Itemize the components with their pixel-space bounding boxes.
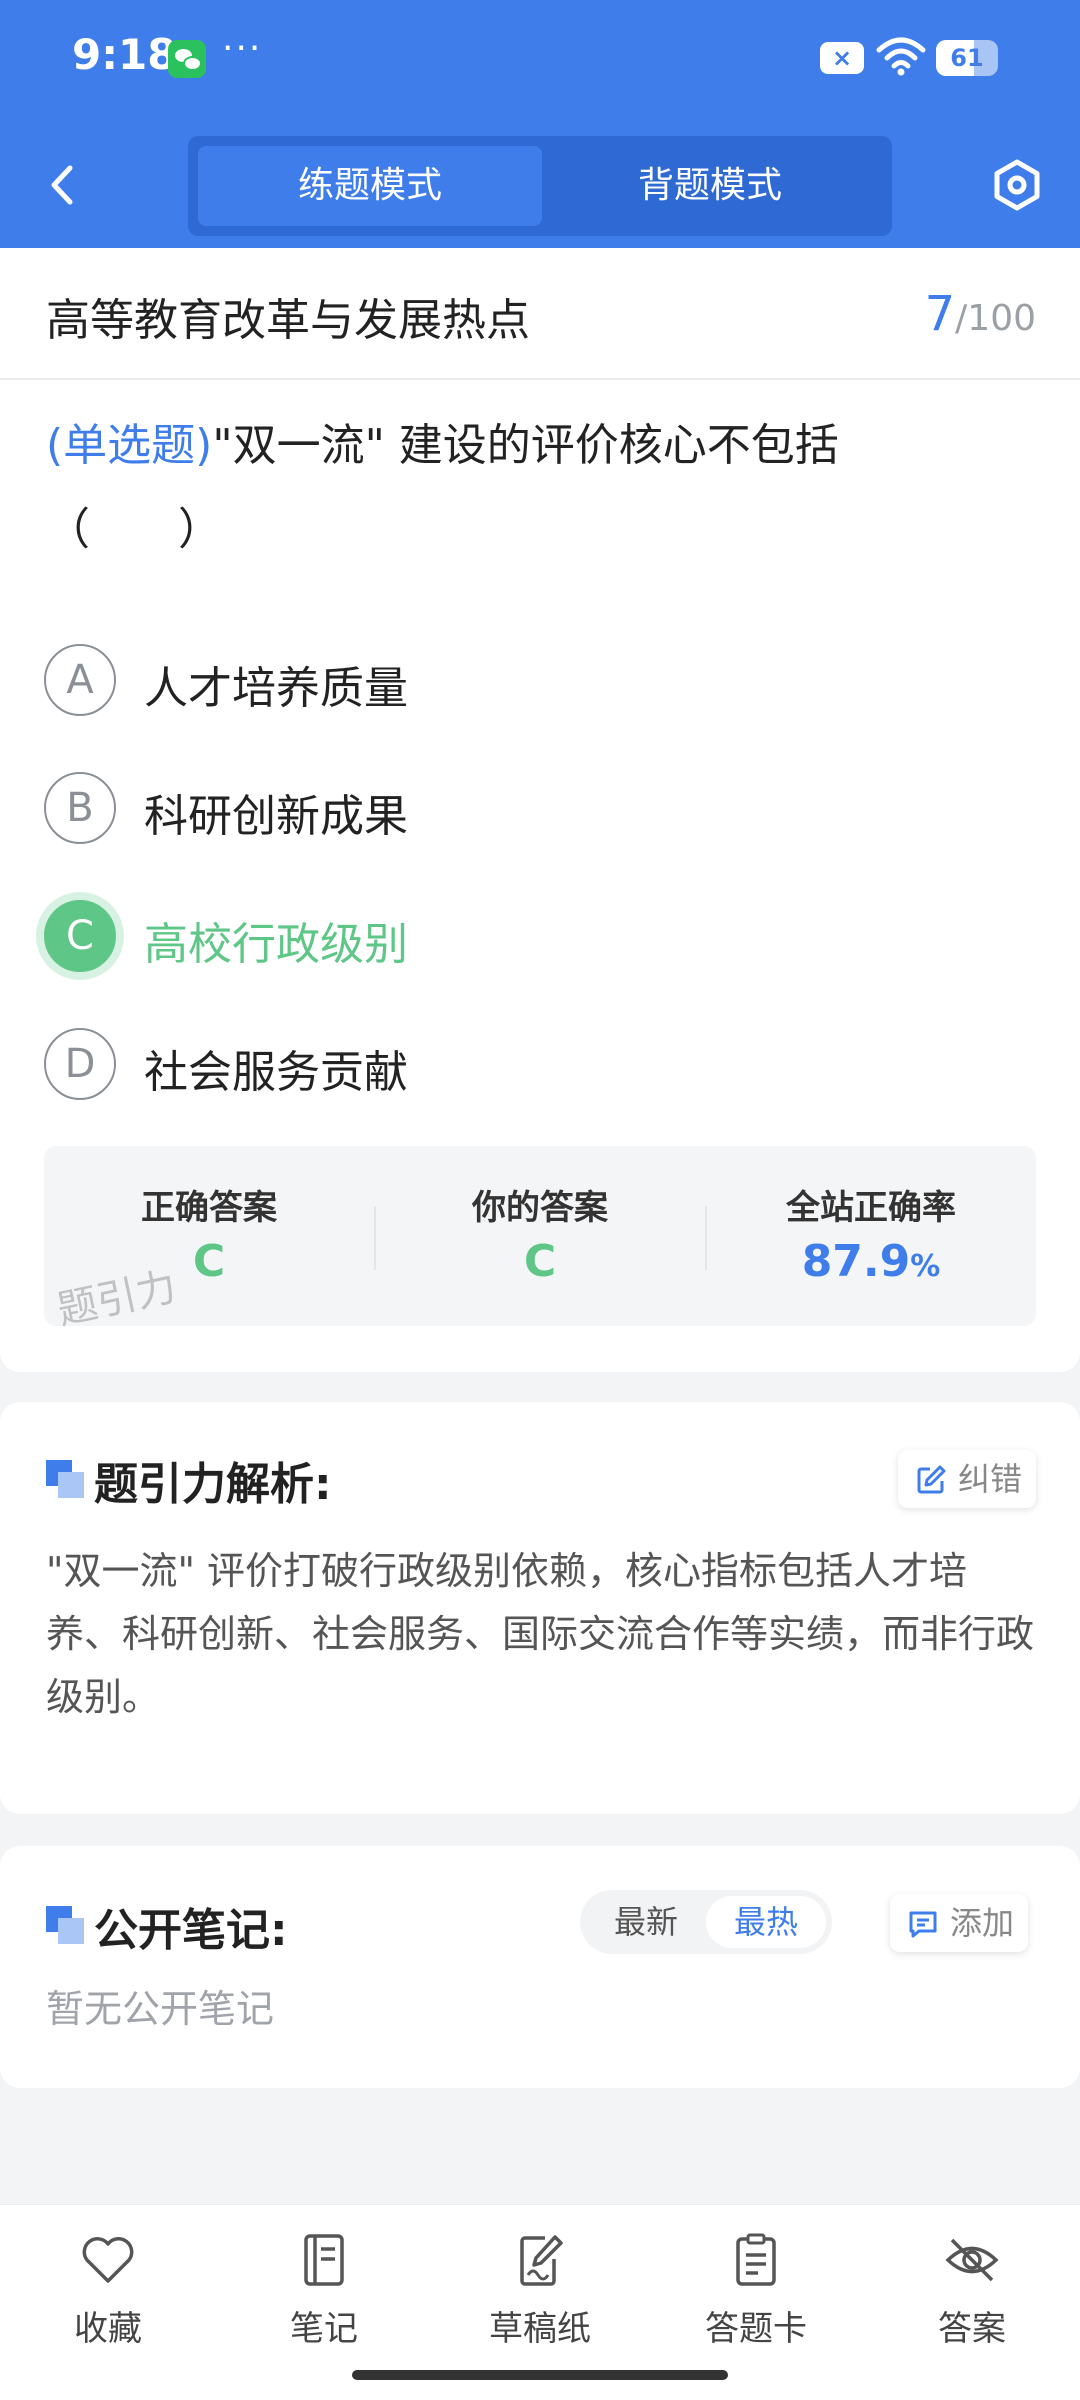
- empty-notes-text: 暂无公开笔记: [46, 1987, 275, 2031]
- analysis-text: "双一流" 评价打破行政级别依赖，核心指标包括人才培养、科研创新、社会服务、国际…: [46, 1549, 1035, 1719]
- option-c[interactable]: C 高校行政级别: [44, 874, 1034, 1002]
- current-question-number: 7: [924, 286, 956, 342]
- option-text: 社会服务贡献: [144, 1047, 408, 1098]
- favorite-button[interactable]: 收藏: [18, 2231, 198, 2371]
- public-notes-card: 公开笔记: 最新 最热 添加 暂无公开笔记: [0, 1846, 1080, 2088]
- question-type: (单选题): [46, 420, 213, 471]
- accuracy-number: 87.9: [801, 1236, 911, 1287]
- option-letter: B: [44, 772, 116, 844]
- eye-off-icon: [945, 2238, 999, 2282]
- battery-icon: 61: [936, 40, 998, 76]
- option-b[interactable]: B 科研创新成果: [44, 746, 1034, 874]
- tab-practice-mode[interactable]: 练题模式: [198, 146, 542, 226]
- answer-card-icon: [736, 2233, 776, 2286]
- add-note-button[interactable]: 添加: [890, 1894, 1029, 1952]
- add-note-label: 添加: [950, 1904, 1015, 1942]
- section-icon: [46, 1906, 84, 1944]
- status-bar: 9:18 ··· × 61: [0, 0, 1080, 118]
- option-d[interactable]: D 社会服务贡献: [44, 1002, 1034, 1130]
- correct-answer-label: 正确答案: [141, 1188, 277, 1228]
- mode-switch: 练题模式 背题模式: [188, 136, 892, 236]
- option-text: 高校行政级别: [144, 919, 408, 970]
- settings-icon[interactable]: [990, 158, 1044, 212]
- edit-icon: [917, 1465, 946, 1494]
- accuracy-value: 87.9%: [706, 1236, 1036, 1287]
- sort-latest[interactable]: 最新: [586, 1896, 706, 1948]
- draft-paper-label: 草稿纸: [489, 2309, 591, 2349]
- wifi-icon: [876, 37, 926, 76]
- report-error-button[interactable]: 纠错: [898, 1450, 1037, 1508]
- favorite-label: 收藏: [74, 2309, 142, 2349]
- your-answer-stat: 你的答案 C: [375, 1146, 705, 1326]
- option-letter: C: [44, 900, 116, 972]
- question-card: 高等教育改革与发展热点 7/100 (单选题)"双一流" 建设的评价核心不包括 …: [0, 248, 1080, 1372]
- notes-label: 笔记: [290, 2309, 358, 2349]
- answer-card-label: 答题卡: [705, 2309, 807, 2349]
- topic-row: 高等教育改革与发展热点 7/100: [0, 248, 1080, 380]
- total-questions: /100: [955, 298, 1036, 339]
- battery-level: 61: [950, 44, 984, 72]
- topic-title: 高等教育改革与发展热点: [46, 295, 530, 346]
- option-text: 科研创新成果: [144, 791, 408, 842]
- accuracy-label: 全站正确率: [786, 1188, 956, 1228]
- question-text: "双一流" 建设的评价核心不包括: [212, 420, 839, 471]
- accuracy-unit: %: [910, 1249, 941, 1284]
- notes-sort-toggle: 最新 最热: [580, 1890, 832, 1954]
- answer-stats: 正确答案 C 你的答案 C 全站正确率 87.9% 题引力: [44, 1146, 1036, 1334]
- sort-hot[interactable]: 最热: [706, 1896, 826, 1948]
- section-icon: [46, 1460, 84, 1498]
- draft-paper-button[interactable]: 草稿纸: [450, 2231, 630, 2371]
- report-error-label: 纠错: [958, 1460, 1023, 1498]
- option-letter: A: [44, 644, 116, 716]
- draft-icon: [520, 2235, 563, 2286]
- show-answer-label: 答案: [938, 2309, 1006, 2349]
- question-stem: (单选题)"双一流" 建设的评价核心不包括 （ ）: [46, 404, 1036, 572]
- wechat-icon: [168, 40, 206, 78]
- app-header: 9:18 ··· × 61 练题模式 背题模式: [0, 0, 1080, 248]
- notes-button[interactable]: 笔记: [234, 2231, 414, 2371]
- heart-icon: [82, 2237, 134, 2283]
- option-a[interactable]: A 人才培养质量: [44, 618, 1034, 746]
- notes-title: 公开笔记:: [94, 1905, 288, 1956]
- home-indicator[interactable]: [352, 2370, 728, 2380]
- more-notifications-icon: ···: [222, 28, 263, 69]
- question-progress: 7/100: [925, 286, 1036, 342]
- status-time: 9:18: [72, 30, 177, 79]
- option-list: A 人才培养质量 B 科研创新成果 C 高校行政级别 D 社会服务贡献: [44, 618, 1034, 1130]
- option-text: 人才培养质量: [144, 663, 408, 714]
- comment-icon: [909, 1911, 937, 1938]
- your-answer-label: 你的答案: [472, 1188, 608, 1228]
- question-blank: （ ）: [46, 504, 222, 555]
- analysis-title: 题引力解析:: [94, 1459, 332, 1510]
- option-letter: D: [44, 1028, 116, 1100]
- back-icon[interactable]: [40, 160, 90, 210]
- tab-memorize-mode[interactable]: 背题模式: [538, 146, 882, 226]
- accuracy-stat: 全站正确率 87.9%: [706, 1146, 1036, 1326]
- notebook-icon: [304, 2234, 344, 2286]
- analysis-card: 题引力解析: 纠错 "双一流" 评价打破行政级别依赖，核心指标包括人才培养、科研…: [0, 1402, 1080, 1814]
- show-answer-button[interactable]: 答案: [882, 2231, 1062, 2371]
- close-badge-icon: ×: [820, 42, 864, 74]
- your-answer-value: C: [523, 1236, 557, 1287]
- answer-card-button[interactable]: 答题卡: [666, 2231, 846, 2371]
